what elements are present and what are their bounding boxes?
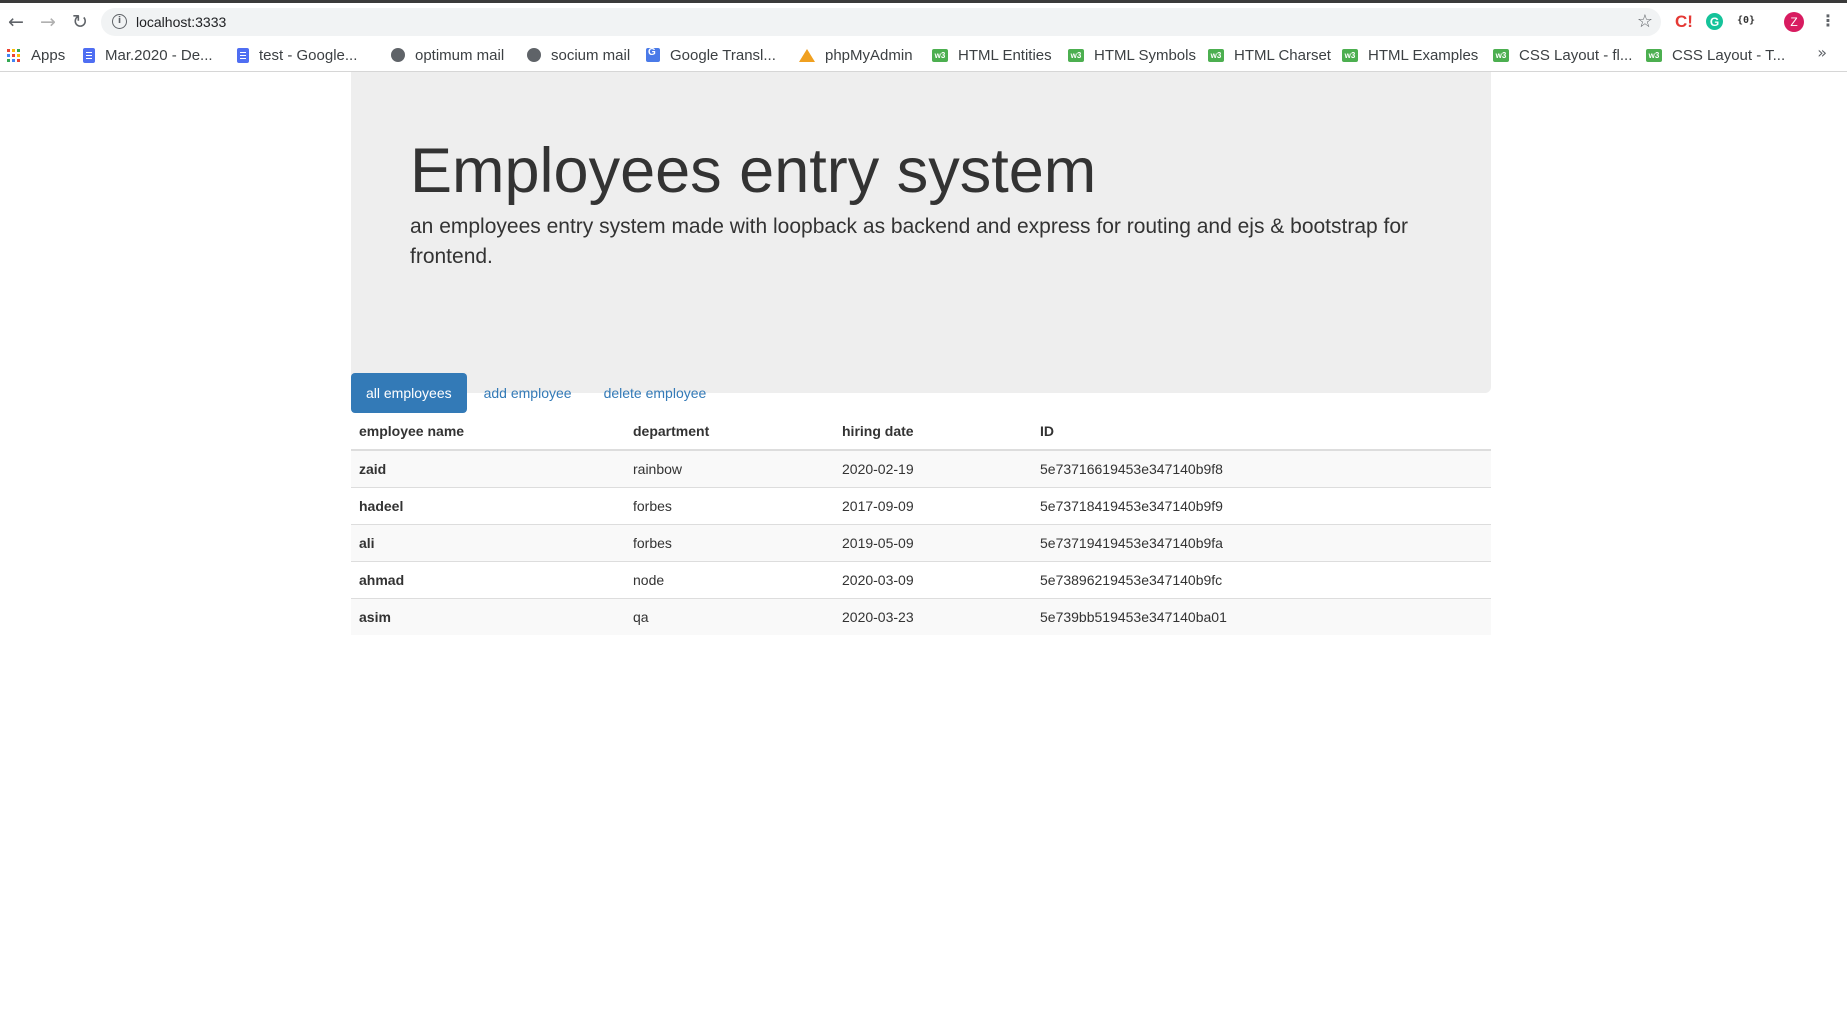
cell-department: forbes: [625, 524, 834, 562]
bookmark-label: Google Transl...: [670, 46, 776, 64]
bookmark-item[interactable]: w3 HTML Examples: [1342, 45, 1478, 65]
address-url[interactable]: localhost:3333: [136, 14, 226, 30]
address-bar[interactable]: i localhost:3333 ☆: [101, 8, 1661, 36]
cell-hiring-date: 2020-02-19: [834, 449, 1032, 488]
cell-id: 5e73716619453e347140b9f8: [1032, 449, 1491, 488]
bookmark-label: CSS Layout - T...: [1672, 46, 1786, 64]
bookmark-item[interactable]: w3 CSS Layout - T...: [1646, 45, 1785, 65]
bookmark-star-icon[interactable]: ☆: [1637, 11, 1653, 32]
bookmark-label: optimum mail: [415, 46, 505, 64]
bookmarks-bar: Apps Mar.2020 - De... test - Google... o…: [0, 39, 1847, 72]
bookmark-label: HTML Symbols: [1094, 46, 1196, 64]
cell-id: 5e73718419453e347140b9f9: [1032, 487, 1491, 525]
w3schools-icon: w3: [932, 48, 948, 62]
google-docs-icon: [237, 47, 249, 63]
column-header-hiring-date: hiring date: [834, 413, 1032, 451]
table-row: zaid rainbow 2020-02-19 5e73716619453e34…: [351, 449, 1491, 488]
bookmark-item[interactable]: phpMyAdmin: [799, 45, 913, 65]
cell-name: ali: [351, 524, 625, 562]
reload-icon[interactable]: ↻: [66, 8, 94, 36]
cell-department: rainbow: [625, 449, 834, 488]
bookmark-label: socium mail: [551, 46, 631, 64]
table-row: asim qa 2020-03-23 5e739bb519453e347140b…: [351, 598, 1491, 635]
cell-hiring-date: 2020-03-09: [834, 561, 1032, 599]
jumbotron: Employees entry system an employees entr…: [351, 72, 1491, 393]
bookmark-item[interactable]: Google Transl...: [646, 45, 776, 65]
bookmark-item[interactable]: w3 HTML Symbols: [1068, 45, 1196, 65]
bookmark-item[interactable]: optimum mail: [391, 45, 504, 65]
w3schools-icon: w3: [1342, 48, 1358, 62]
cell-id: 5e73896219453e347140b9fc: [1032, 561, 1491, 599]
bookmark-item[interactable]: socium mail: [527, 45, 630, 65]
profile-avatar[interactable]: Z: [1784, 12, 1804, 32]
table-row: ali forbes 2019-05-09 5e73719419453e3471…: [351, 524, 1491, 562]
bookmark-label: Apps: [31, 46, 66, 64]
google-translate-icon: [646, 47, 660, 62]
json-viewer-icon[interactable]: {0}: [1737, 15, 1755, 26]
tab-add-employee[interactable]: add employee: [469, 373, 587, 413]
bookmark-label: HTML Entities: [958, 46, 1052, 64]
table-row: hadeel forbes 2017-09-09 5e73718419453e3…: [351, 487, 1491, 525]
cell-department: node: [625, 561, 834, 599]
bookmark-item[interactable]: w3 HTML Charset: [1208, 45, 1331, 65]
tab-delete-employee[interactable]: delete employee: [589, 373, 722, 413]
cell-id: 5e73719419453e347140b9fa: [1032, 524, 1491, 562]
apps-grid-icon: [7, 48, 20, 62]
site-info-icon[interactable]: i: [112, 14, 127, 29]
column-header-id: ID: [1032, 413, 1491, 451]
browser-menu-icon[interactable]: ⋮: [1820, 11, 1836, 30]
google-docs-icon: [83, 47, 95, 63]
page-subtitle: an employees entry system made with loop…: [410, 215, 1409, 268]
page-container: Employees entry system an employees entr…: [351, 72, 1491, 635]
cell-name: hadeel: [351, 487, 625, 525]
cell-name: asim: [351, 598, 625, 635]
bookmark-label: test - Google...: [259, 46, 358, 64]
back-arrow-icon[interactable]: ←: [2, 8, 30, 36]
cell-hiring-date: 2020-03-23: [834, 598, 1032, 635]
column-header-name: employee name: [351, 413, 625, 451]
globe-icon: [391, 48, 405, 62]
tab-all-employees[interactable]: all employees: [351, 373, 467, 413]
bookmark-label: phpMyAdmin: [825, 46, 913, 64]
cell-id: 5e739bb519453e347140ba01: [1032, 598, 1491, 635]
w3schools-icon: w3: [1208, 48, 1224, 62]
cell-name: ahmad: [351, 561, 625, 599]
grammarly-icon[interactable]: G: [1706, 13, 1723, 30]
forward-arrow-icon[interactable]: →: [34, 8, 62, 36]
cell-hiring-date: 2019-05-09: [834, 524, 1032, 562]
table-row: ahmad node 2020-03-09 5e73896219453e3471…: [351, 561, 1491, 599]
bookmark-label: Mar.2020 - De...: [105, 46, 213, 64]
bookmark-item[interactable]: test - Google...: [237, 45, 357, 65]
bookmark-label: HTML Charset: [1234, 46, 1331, 64]
bookmark-apps[interactable]: Apps: [7, 45, 65, 65]
bookmark-label: HTML Examples: [1368, 46, 1479, 64]
bookmark-item[interactable]: w3 HTML Entities: [932, 45, 1052, 65]
nav-pills: all employees add employee delete employ…: [351, 373, 723, 413]
w3schools-icon: w3: [1493, 48, 1509, 62]
cell-department: forbes: [625, 487, 834, 525]
cell-name: zaid: [351, 449, 625, 488]
bookmarks-overflow-icon[interactable]: »: [1817, 43, 1827, 62]
browser-toolbar: ← → ↻ i localhost:3333 ☆ C! G {0} Z ⋮: [0, 3, 1847, 39]
cell-hiring-date: 2017-09-09: [834, 487, 1032, 525]
globe-icon: [527, 48, 541, 62]
cell-department: qa: [625, 598, 834, 635]
page-title: Employees entry system: [410, 136, 1097, 206]
bookmark-item[interactable]: w3 CSS Layout - fl...: [1493, 45, 1632, 65]
w3schools-icon: w3: [1068, 48, 1084, 62]
table-header-row: employee name department hiring date ID: [351, 413, 1491, 451]
phpmyadmin-icon: [799, 48, 815, 62]
bookmark-label: CSS Layout - fl...: [1519, 46, 1633, 64]
w3schools-icon: w3: [1646, 48, 1662, 62]
employees-table: employee name department hiring date ID …: [351, 413, 1491, 635]
bookmark-item[interactable]: Mar.2020 - De...: [83, 45, 213, 65]
column-header-department: department: [625, 413, 834, 451]
extension-c-icon[interactable]: C!: [1675, 12, 1693, 32]
